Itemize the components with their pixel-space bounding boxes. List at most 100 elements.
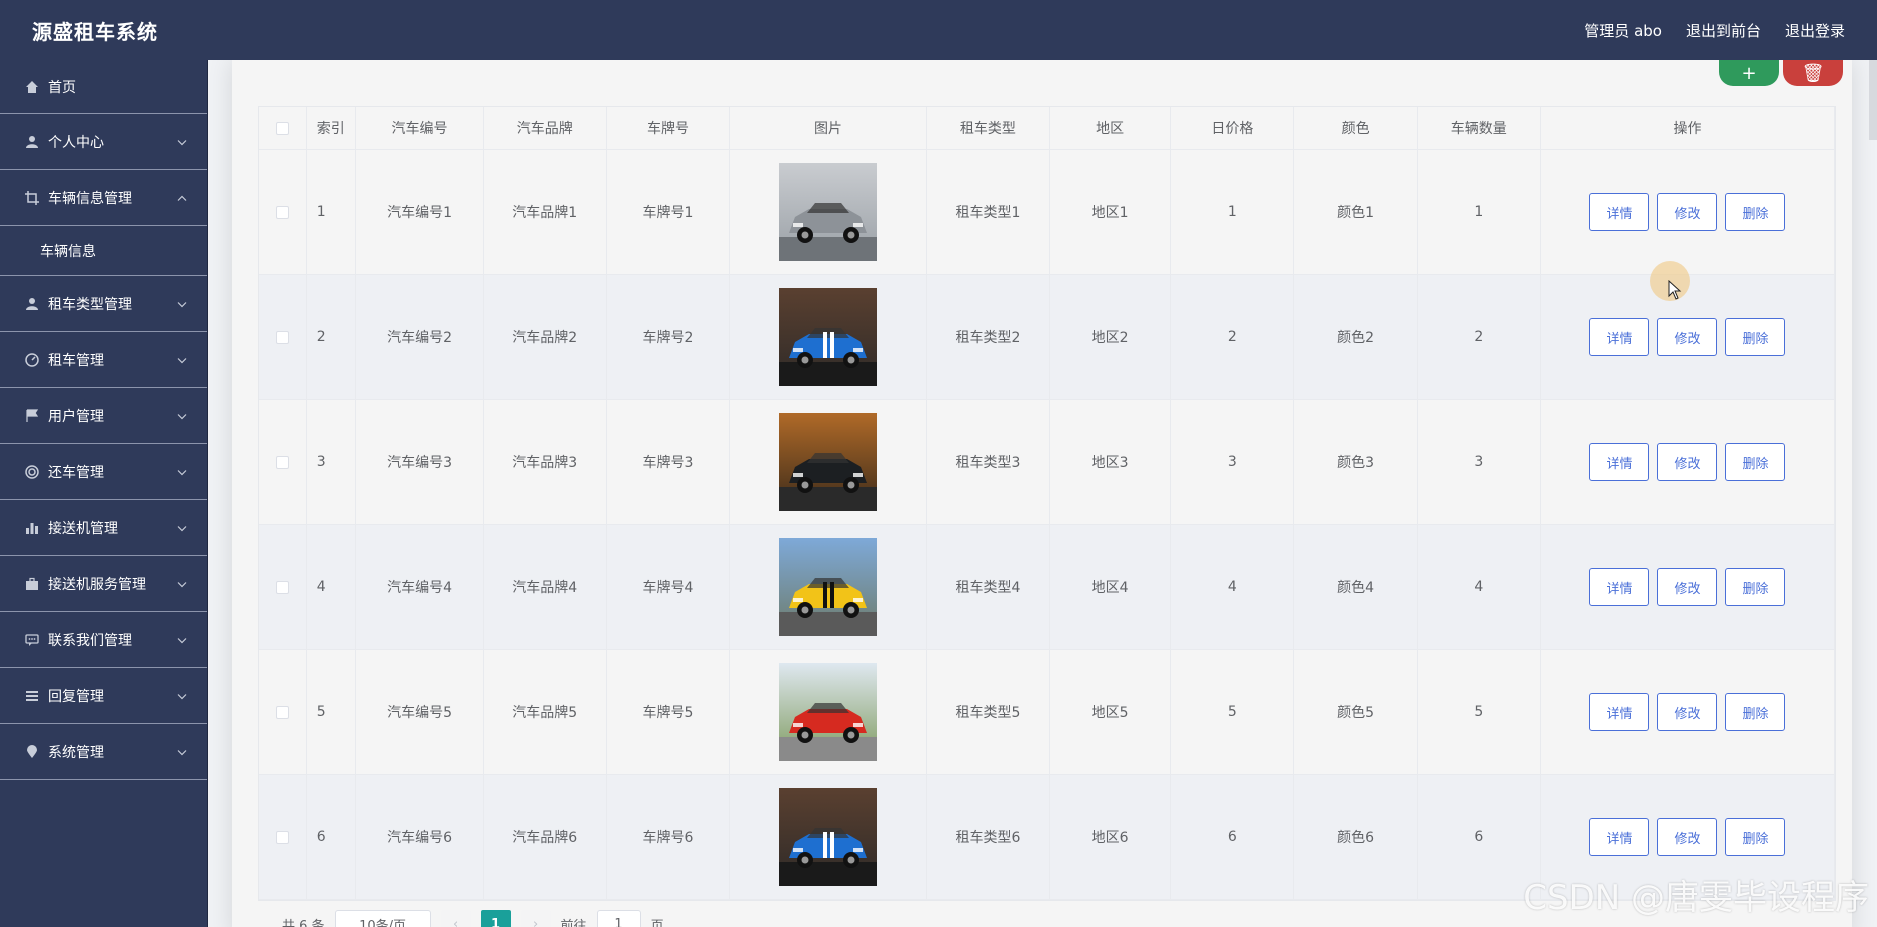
column-header[interactable]: 日价格 — [1171, 107, 1295, 149]
goto-page-input[interactable]: 1 — [596, 910, 641, 927]
delete-button[interactable]: 删除 — [1725, 193, 1786, 231]
column-header[interactable]: 汽车编号 — [356, 107, 484, 149]
cell-price: 6 — [1171, 775, 1295, 899]
sidebar-item-11[interactable]: 系统管理 — [0, 724, 207, 780]
sidebar-item-10[interactable]: 回复管理 — [0, 668, 207, 724]
edit-button[interactable]: 修改 — [1657, 693, 1718, 731]
row-checkbox[interactable] — [275, 455, 289, 469]
table-header-row: 索引 汽车编号 汽车品牌 车牌号 图片 租车类型 地区 日价格 颜色 车辆数量 操作 — [259, 107, 1836, 150]
detail-button[interactable]: 详情 — [1589, 443, 1650, 481]
list-icon — [24, 688, 40, 704]
row-actions: 详情 修改 删除 — [1541, 400, 1836, 524]
submenu-item-vehicle-info[interactable]: 车辆信息 — [0, 226, 207, 276]
row-checkbox[interactable] — [275, 705, 289, 719]
cell-region: 地区5 — [1050, 650, 1172, 774]
cell-color: 颜色4 — [1294, 525, 1418, 649]
table-row: 1 汽车编号1 汽车品牌1 车牌号1 租车类型1 地区1 1 颜色1 1 详情 修改 删除 — [259, 150, 1836, 275]
sidebar-item-label: 租车类型管理 — [48, 296, 132, 313]
detail-button[interactable]: 详情 — [1589, 193, 1650, 231]
table-row: 5 汽车编号5 汽车品牌5 车牌号5 租车类型5 地区5 5 颜色5 5 详情 修改 删除 — [259, 650, 1836, 775]
column-header[interactable]: 颜色 — [1294, 107, 1418, 149]
delete-button[interactable]: 删除 — [1725, 318, 1786, 356]
logout-link[interactable]: 退出登录 — [1785, 20, 1845, 41]
column-header[interactable]: 操作 — [1541, 107, 1836, 149]
chevron-up-icon — [177, 191, 187, 204]
cell-price: 4 — [1171, 525, 1295, 649]
delete-button[interactable]: 删除 — [1725, 693, 1786, 731]
sidebar-item-5[interactable]: 用户管理 — [0, 388, 207, 444]
watermark: CSDN @唐雯毕设程序 — [1523, 878, 1869, 918]
cell-type: 租车类型2 — [927, 275, 1051, 399]
cell-code: 汽车编号1 — [356, 150, 484, 274]
edit-button[interactable]: 修改 — [1657, 568, 1718, 606]
page-size-select[interactable]: 10条/页 — [334, 910, 431, 927]
column-header[interactable]: 汽车品牌 — [484, 107, 607, 149]
sidebar-item-3[interactable]: 租车类型管理 — [0, 276, 207, 332]
cell-price: 1 — [1171, 150, 1295, 274]
add-button[interactable]: + — [1719, 60, 1779, 86]
row-select-cell — [259, 275, 307, 399]
sidebar-item-9[interactable]: 联系我们管理 — [0, 612, 207, 668]
cell-price: 3 — [1171, 400, 1295, 524]
cell-qty: 2 — [1418, 275, 1541, 399]
detail-button[interactable]: 详情 — [1589, 568, 1650, 606]
ring-icon — [24, 464, 40, 480]
row-checkbox[interactable] — [275, 830, 289, 844]
edit-button[interactable]: 修改 — [1657, 193, 1718, 231]
edit-button[interactable]: 修改 — [1657, 318, 1718, 356]
sidebar-item-4[interactable]: 租车管理 — [0, 332, 207, 388]
column-header[interactable]: 地区 — [1050, 107, 1172, 149]
row-checkbox[interactable] — [275, 330, 289, 344]
car-image — [778, 538, 877, 636]
cell-color: 颜色5 — [1294, 650, 1418, 774]
sidebar-item-label: 用户管理 — [48, 408, 104, 425]
row-checkbox[interactable] — [275, 205, 289, 219]
location-icon — [24, 744, 40, 760]
column-header[interactable]: 车辆数量 — [1418, 107, 1541, 149]
edit-button[interactable]: 修改 — [1657, 443, 1718, 481]
sidebar-item-label: 还车管理 — [48, 464, 104, 481]
sidebar-item-2[interactable]: 车辆信息管理 — [0, 170, 207, 226]
cell-plate: 车牌号6 — [607, 775, 731, 899]
column-header[interactable]: 车牌号 — [607, 107, 731, 149]
sidebar-item-0[interactable]: 首页 — [0, 60, 207, 114]
column-header[interactable]: 索引 — [307, 107, 357, 149]
cell-index: 5 — [307, 650, 357, 774]
scrollbar[interactable] — [1869, 60, 1877, 140]
bulk-delete-button[interactable]: 🗑 — [1783, 60, 1843, 86]
detail-button[interactable]: 详情 — [1589, 818, 1650, 856]
next-page-button[interactable]: › — [520, 910, 551, 927]
select-all-checkbox[interactable] — [275, 121, 289, 135]
goto-prefix: 前往 — [560, 918, 587, 927]
cell-qty: 3 — [1418, 400, 1541, 524]
delete-button[interactable]: 删除 — [1725, 818, 1786, 856]
chevron-down-icon — [177, 353, 187, 366]
detail-button[interactable]: 详情 — [1589, 318, 1650, 356]
sidebar-item-8[interactable]: 接送机服务管理 — [0, 556, 207, 612]
delete-button[interactable]: 删除 — [1725, 568, 1786, 606]
cell-region: 地区4 — [1050, 525, 1172, 649]
sidebar-item-6[interactable]: 还车管理 — [0, 444, 207, 500]
current-page-button[interactable]: 1 — [480, 910, 511, 927]
detail-button[interactable]: 详情 — [1589, 693, 1650, 731]
car-image — [778, 163, 877, 261]
delete-button[interactable]: 删除 — [1725, 443, 1786, 481]
chevron-down-icon — [177, 135, 187, 148]
prev-page-button[interactable]: ‹ — [440, 910, 471, 927]
column-header[interactable]: 图片 — [730, 107, 927, 149]
sidebar-item-7[interactable]: 接送机管理 — [0, 500, 207, 556]
row-select-cell — [259, 650, 307, 774]
bar-chart-icon — [24, 520, 40, 536]
exit-to-frontend-link[interactable]: 退出到前台 — [1686, 20, 1761, 41]
chevron-down-icon — [177, 633, 187, 646]
row-checkbox[interactable] — [275, 580, 289, 594]
admin-user-link[interactable]: 管理员 abo — [1584, 20, 1662, 41]
sidebar-item-1[interactable]: 个人中心 — [0, 114, 207, 170]
home-icon — [24, 79, 40, 95]
column-header[interactable]: 租车类型 — [927, 107, 1051, 149]
sidebar: 首页个人中心车辆信息管理 车辆信息租车类型管理租车管理用户管理还车管理接送机管理接… — [0, 60, 208, 927]
sidebar-item-label: 个人中心 — [48, 134, 104, 151]
edit-button[interactable]: 修改 — [1657, 818, 1718, 856]
cell-type: 租车类型6 — [927, 775, 1051, 899]
cell-type: 租车类型5 — [927, 650, 1051, 774]
